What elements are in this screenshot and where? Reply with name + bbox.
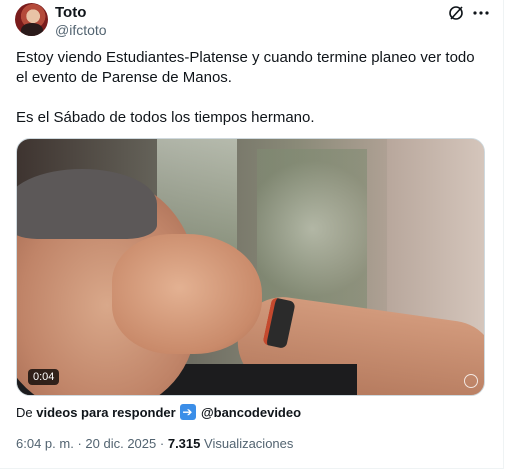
author-handle[interactable]: @ifctoto — [55, 22, 107, 39]
right-arrow-icon — [180, 404, 197, 420]
more-options-icon[interactable] — [471, 3, 491, 23]
video-source-attribution: De videos para responder @bancodevideo — [16, 404, 301, 421]
video-duration-badge: 0:04 — [28, 369, 60, 385]
tweet-paragraph: Es el Sábado de todos los tiempos herman… — [16, 109, 315, 126]
meta-separator: · — [159, 436, 165, 451]
author-name[interactable]: Toto — [55, 4, 86, 22]
meta-separator: · — [77, 436, 82, 451]
tweet-date[interactable]: 20 dic. 2025 — [85, 436, 156, 451]
video-figure-hand — [112, 234, 262, 354]
video-background — [257, 149, 367, 309]
source-mention-link[interactable]: @bancodevideo — [201, 405, 301, 420]
tweet-card: Toto @ifctoto Estoy viendo Estudiantes-P… — [0, 0, 504, 469]
tweet-time[interactable]: 6:04 p. m. — [16, 436, 74, 451]
video-player[interactable] — [16, 138, 485, 396]
source-prefix: De — [16, 405, 33, 420]
views-count: 7.315 — [167, 436, 201, 451]
tweet-paragraph: Estoy viendo Estudiantes-Platense y cuan… — [16, 49, 475, 86]
grok-icon[interactable] — [448, 5, 464, 21]
source-account-link[interactable]: videos para responder — [36, 405, 175, 420]
tweet-metadata: 6:04 p. m. · 20 dic. 2025 · 7.315 Visual… — [16, 436, 293, 452]
video-watermark-icon — [464, 374, 478, 388]
views-label: Visualizaciones — [204, 436, 294, 451]
avatar[interactable] — [15, 3, 48, 36]
tweet-text: Estoy viendo Estudiantes-Platense y cuan… — [16, 48, 486, 148]
video-figure-hair — [17, 169, 157, 239]
